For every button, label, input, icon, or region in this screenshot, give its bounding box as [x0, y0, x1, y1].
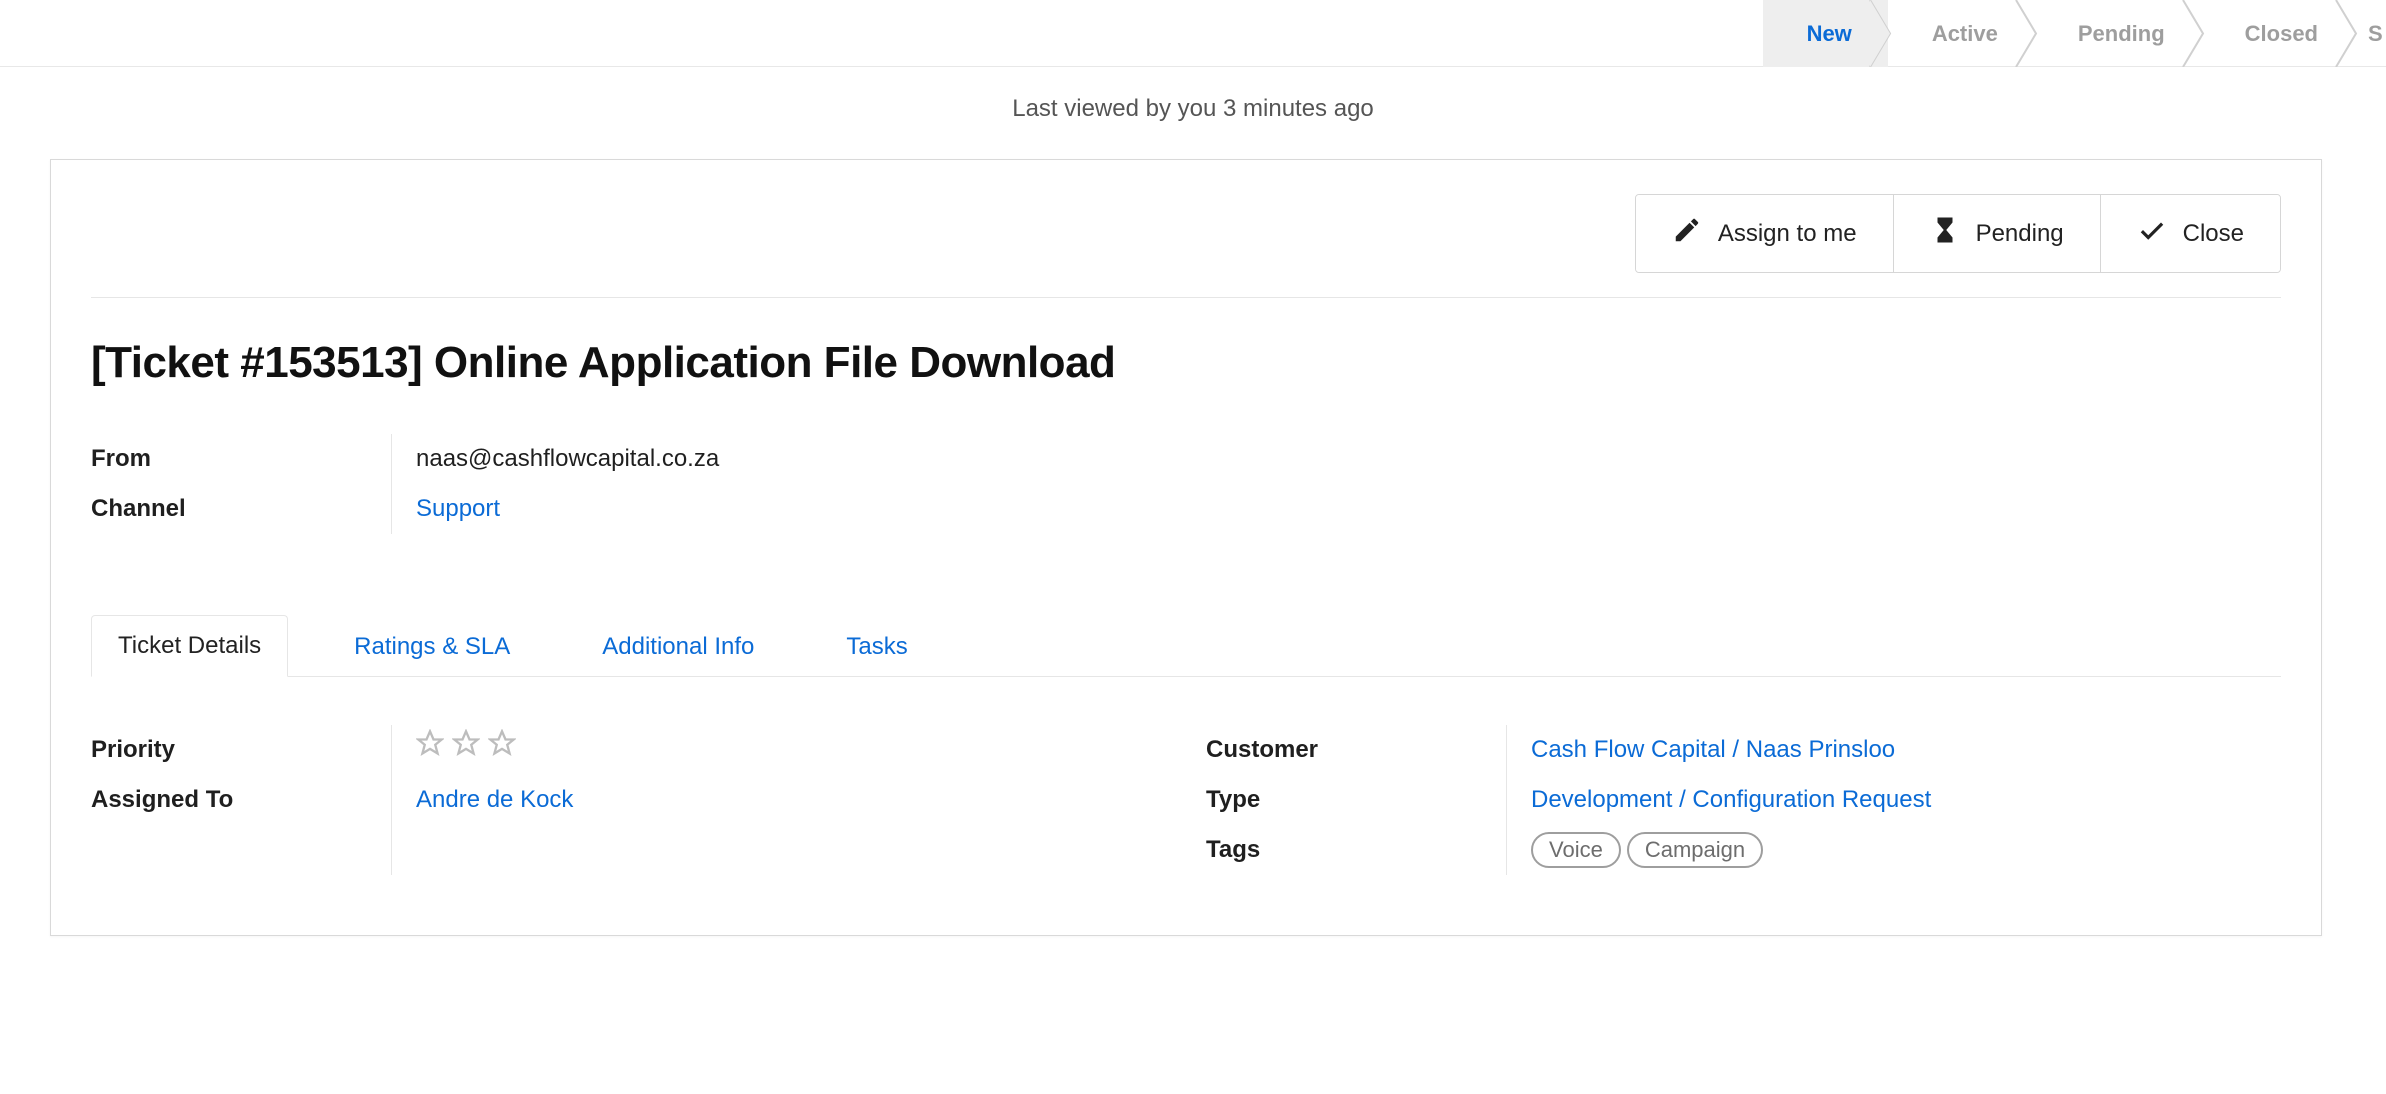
last-viewed-text: Last viewed by you 3 minutes ago — [0, 67, 2386, 159]
close-button[interactable]: Close — [2101, 195, 2280, 272]
tab-tasks[interactable]: Tasks — [820, 617, 933, 677]
top-bar: New Active Pending Closed S — [0, 0, 2386, 67]
assign-to-me-button[interactable]: Assign to me — [1636, 195, 1894, 272]
ticket-card: Assign to me Pending Close [Ticket #1535… — [50, 159, 2322, 936]
tags-row: VoiceCampaign — [1531, 825, 2281, 875]
meta-values: naas@cashflowcapital.co.za Support — [391, 434, 719, 534]
details-left-values: Andre de Kock — [391, 725, 1166, 875]
tab-ratings-sla[interactable]: Ratings & SLA — [328, 617, 536, 677]
type-link[interactable]: Development / Configuration Request — [1531, 786, 1931, 813]
tab-ticket-details[interactable]: Ticket Details — [91, 615, 288, 677]
from-value: naas@cashflowcapital.co.za — [416, 434, 719, 484]
button-label: Close — [2183, 220, 2244, 248]
star-icon[interactable] — [416, 725, 444, 775]
assigned-to-label: Assigned To — [91, 775, 391, 825]
pipeline-step-label: Pending — [2078, 21, 2165, 47]
tag-chip[interactable]: Campaign — [1627, 832, 1763, 868]
status-pipeline: New Active Pending Closed S — [1763, 0, 2386, 67]
pipeline-step-truncated[interactable]: S — [2354, 0, 2386, 67]
priority-stars[interactable] — [416, 725, 1166, 775]
pending-button[interactable]: Pending — [1894, 195, 2101, 272]
type-label: Type — [1206, 775, 1506, 825]
action-bar: Assign to me Pending Close — [91, 194, 2281, 273]
tag-chip[interactable]: Voice — [1531, 832, 1621, 868]
detail-tabs: Ticket Details Ratings & SLA Additional … — [91, 614, 2281, 677]
priority-label: Priority — [91, 725, 391, 775]
pipeline-step-active[interactable]: Active — [1888, 0, 2034, 67]
pipeline-step-closed[interactable]: Closed — [2201, 0, 2354, 67]
pipeline-step-label: S — [2368, 21, 2383, 47]
details-left: Priority Assigned To Andre de Kock — [91, 725, 1166, 875]
check-icon — [2137, 215, 2167, 252]
channel-link[interactable]: Support — [416, 495, 500, 522]
details-right-values: Cash Flow Capital / Naas Prinsloo Develo… — [1506, 725, 2281, 875]
customer-link[interactable]: Cash Flow Capital / Naas Prinsloo — [1531, 736, 1895, 763]
ticket-title: [Ticket #153513] Online Application File… — [91, 338, 2281, 388]
ticket-details-panel: Priority Assigned To Andre de Kock Custo… — [91, 725, 2281, 875]
edit-icon — [1672, 215, 1702, 252]
pipeline-step-label: Closed — [2245, 21, 2318, 47]
ticket-meta: From Channel naas@cashflowcapital.co.za … — [91, 434, 2281, 534]
pipeline-step-label: New — [1807, 21, 1852, 47]
tags-label: Tags — [1206, 825, 1506, 875]
action-button-group: Assign to me Pending Close — [1635, 194, 2281, 273]
channel-label: Channel — [91, 484, 391, 534]
details-left-labels: Priority Assigned To — [91, 725, 391, 875]
assigned-to-link[interactable]: Andre de Kock — [416, 786, 573, 813]
details-right-labels: Customer Type Tags — [1206, 725, 1506, 875]
meta-labels: From Channel — [91, 434, 391, 534]
details-right: Customer Type Tags Cash Flow Capital / N… — [1206, 725, 2281, 875]
tab-additional-info[interactable]: Additional Info — [576, 617, 780, 677]
pipeline-step-pending[interactable]: Pending — [2034, 0, 2201, 67]
button-label: Pending — [1976, 220, 2064, 248]
from-label: From — [91, 434, 391, 484]
star-icon[interactable] — [488, 725, 516, 775]
hourglass-icon — [1930, 215, 1960, 252]
button-label: Assign to me — [1718, 220, 1857, 248]
star-icon[interactable] — [452, 725, 480, 775]
pipeline-step-new[interactable]: New — [1763, 0, 1888, 67]
customer-label: Customer — [1206, 725, 1506, 775]
divider — [91, 297, 2281, 298]
pipeline-step-label: Active — [1932, 21, 1998, 47]
